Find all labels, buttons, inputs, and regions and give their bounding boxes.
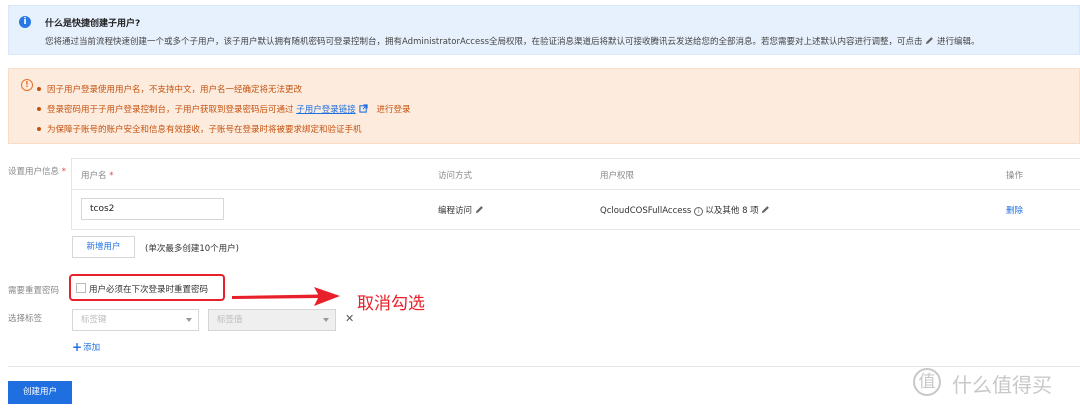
warning-item: 登录密码用于子用户登录控制台，子用户获取到登录密码后可通过 子用户登录链接 进行… xyxy=(36,103,411,115)
select-tags-label: 选择标签 xyxy=(8,314,43,324)
reset-password-label: 需要重置密码 xyxy=(8,286,60,296)
access-cell: 编程访问 xyxy=(438,204,484,216)
watermark-logo: 值 xyxy=(913,368,941,396)
add-user-button[interactable]: 新增用户 xyxy=(72,236,135,258)
annotation-arrow xyxy=(232,287,340,306)
plus-icon: + xyxy=(72,340,83,354)
access-method: 编程访问 xyxy=(438,206,473,216)
info-title: 什么是快捷创建子用户? xyxy=(45,19,141,29)
add-tag-button[interactable]: +添加 xyxy=(72,340,100,354)
edit-permission-icon[interactable] xyxy=(761,205,770,214)
reset-password-checkbox[interactable] xyxy=(76,283,86,293)
table-header: 用户名 * 访问方式 用户权限 操作 xyxy=(72,159,1080,190)
close-icon[interactable]: ✕ xyxy=(345,312,354,325)
required-mark: * xyxy=(61,167,66,177)
column-header-access: 访问方式 xyxy=(438,171,473,181)
delete-user-link[interactable]: 删除 xyxy=(1006,204,1023,216)
info-icon: i xyxy=(19,16,31,28)
external-link-icon[interactable] xyxy=(359,104,368,113)
column-header-action: 操作 xyxy=(1006,171,1024,181)
info-body-suffix: 进行编辑。 xyxy=(936,37,980,47)
warning-item: 为保障子账号的账户安全和信息有效接收，子账号在登录时将被要求绑定和验证手机 xyxy=(37,125,362,135)
watermark-text: 什么值得买 xyxy=(952,373,1052,397)
column-header-permission: 用户权限 xyxy=(600,171,635,181)
chevron-down-icon xyxy=(186,318,192,322)
warning-banner: ! 因子用户登录使用用户名，不支持中文，用户名一经确定将无法更改 登录密码用于子… xyxy=(8,68,1080,144)
info-icon[interactable]: i xyxy=(694,207,704,216)
divider xyxy=(8,366,1080,367)
policy-more: 以及其他 8 项 xyxy=(705,206,759,216)
warning-item-text: 进行登录 xyxy=(376,105,411,115)
info-body: 您将通过当前流程快速创建一个或多个子用户，该子用户默认拥有随机密码可登录控制台，… xyxy=(45,35,979,47)
pencil-icon[interactable] xyxy=(925,36,934,45)
chevron-down-icon xyxy=(323,318,329,322)
tag-key-select[interactable]: 标签键 xyxy=(72,309,199,331)
info-body-text: 您将通过当前流程快速创建一个或多个子用户，该子用户默认拥有随机密码可登录控制台，… xyxy=(45,37,923,47)
tag-value-select[interactable]: 标签值 xyxy=(208,309,336,331)
add-user-hint: (单次最多创建10个用户) xyxy=(145,244,239,254)
permission-cell: QcloudCOSFullAccess i 以及其他 8 项 xyxy=(600,204,770,216)
edit-access-icon[interactable] xyxy=(475,205,484,214)
warning-item-text: 登录密码用于子用户登录控制台，子用户获取到登录密码后可通过 xyxy=(47,105,294,115)
username-input[interactable]: tcos2 xyxy=(81,198,224,220)
warning-icon: ! xyxy=(21,79,33,91)
info-banner: i 什么是快捷创建子用户? 您将通过当前流程快速创建一个或多个子用户，该子用户默… xyxy=(8,5,1080,55)
create-user-button[interactable]: 创建用户 xyxy=(8,381,72,404)
user-table: 用户名 * 访问方式 用户权限 操作 tcos2 编程访问 QcloudCOSF… xyxy=(71,158,1080,230)
policy-name: QcloudCOSFullAccess xyxy=(600,206,692,216)
reset-password-checkbox-label[interactable]: 用户必须在下次登录时重置密码 xyxy=(89,283,208,295)
tag-key-placeholder: 标签键 xyxy=(81,315,107,325)
warning-item: 因子用户登录使用用户名，不支持中文，用户名一经确定将无法更改 xyxy=(36,85,303,95)
annotation-text: 取消勾选 xyxy=(357,294,425,314)
user-info-label: 设置用户信息 * xyxy=(8,167,66,177)
column-header-username: 用户名 * xyxy=(81,171,114,181)
add-tag-label: 添加 xyxy=(83,343,101,353)
tag-value-placeholder: 标签值 xyxy=(217,315,243,325)
subuser-login-link[interactable]: 子用户登录链接 xyxy=(296,105,356,115)
